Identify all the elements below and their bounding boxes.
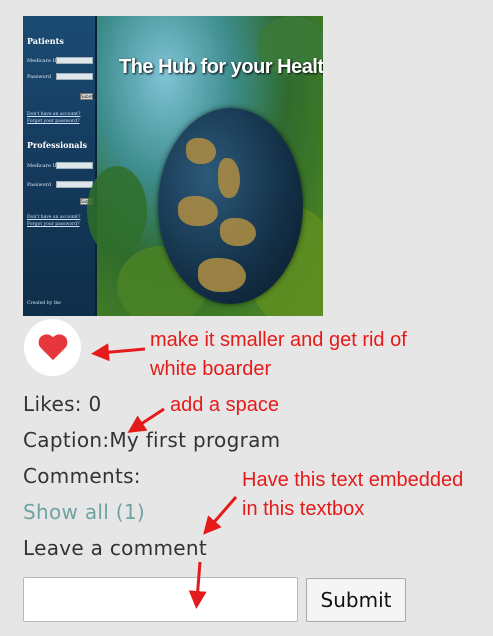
image-no-account-link-2: Don't have an account? bbox=[27, 215, 81, 220]
post-caption: Caption:My first program bbox=[23, 428, 281, 452]
annotation-caption: add a space bbox=[170, 394, 279, 416]
image-landmass bbox=[198, 258, 246, 292]
comments-label: Comments: bbox=[23, 464, 141, 488]
image-medicare-label-2: Medicare ID bbox=[27, 163, 59, 169]
heart-icon bbox=[39, 335, 67, 361]
image-globe bbox=[158, 108, 303, 304]
annotation-textbox-line2: in this textbox bbox=[242, 498, 365, 520]
annotation-textbox-line1: Have this text embedded bbox=[242, 469, 464, 491]
image-password-label-2: Password bbox=[27, 182, 52, 188]
image-foliage bbox=[87, 166, 147, 256]
like-button[interactable] bbox=[24, 319, 81, 376]
image-landmass bbox=[186, 138, 216, 164]
image-password-input-2 bbox=[56, 181, 93, 188]
image-forgot-link-2: Forgot your password? bbox=[27, 222, 80, 227]
annotation-heart-line2: white boarder bbox=[150, 358, 272, 380]
image-professionals-heading: Professionals bbox=[27, 140, 88, 150]
likes-count: Likes: 0 bbox=[23, 392, 102, 416]
image-login-sidebar: Patients Medicare ID Password Submit Don… bbox=[23, 16, 97, 316]
submit-comment-button[interactable]: Submit bbox=[306, 578, 406, 622]
arrow-to-caption bbox=[127, 407, 165, 433]
annotation-heart-line1: make it smaller and get rid of bbox=[150, 329, 407, 351]
image-landmass bbox=[178, 196, 218, 226]
image-patients-heading: Patients bbox=[27, 36, 64, 46]
image-footer: Created by the bbox=[27, 301, 61, 306]
image-password-label: Password bbox=[27, 74, 52, 80]
image-landmass bbox=[218, 158, 240, 198]
arrow-to-heart bbox=[91, 343, 146, 362]
image-no-account-link: Don't have an account? bbox=[27, 112, 81, 117]
image-submit-button: Submit bbox=[80, 93, 96, 100]
post-image: Patients Medicare ID Password Submit Don… bbox=[23, 16, 323, 316]
image-forgot-link: Forgot your password? bbox=[27, 119, 80, 124]
image-title: The Hub for your Health bbox=[119, 56, 323, 78]
image-medicare-input bbox=[56, 57, 93, 64]
show-all-comments-link[interactable]: Show all (1) bbox=[23, 500, 145, 524]
image-landmass bbox=[220, 218, 256, 246]
image-password-input bbox=[56, 73, 93, 80]
arrow-to-leave-comment bbox=[203, 496, 238, 535]
leave-comment-label: Leave a comment bbox=[23, 536, 207, 560]
image-medicare-input-2 bbox=[56, 162, 93, 169]
comment-input[interactable] bbox=[23, 577, 298, 622]
image-medicare-label: Medicare ID bbox=[27, 58, 59, 64]
